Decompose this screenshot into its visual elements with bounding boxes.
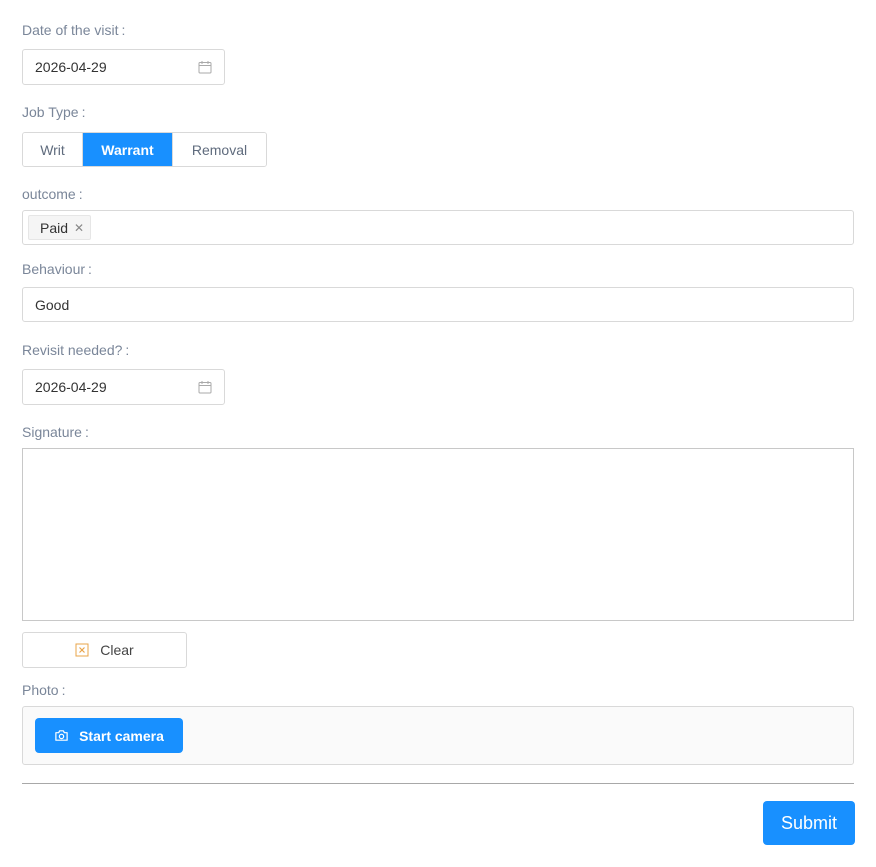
- clear-signature-button[interactable]: Clear: [22, 632, 187, 668]
- job-type-option-writ[interactable]: Writ: [23, 133, 83, 166]
- signature-pad[interactable]: [22, 448, 854, 621]
- outcome-tag-label: Paid: [40, 219, 69, 236]
- job-type-label: Job Type:: [22, 104, 85, 120]
- revisit-label: Revisit needed?:: [22, 342, 129, 358]
- job-type-segmented-control: Writ Warrant Removal: [22, 132, 267, 167]
- start-camera-label: Start camera: [79, 727, 164, 744]
- photo-label: Photo:: [22, 682, 65, 698]
- photo-panel: Start camera: [22, 706, 854, 765]
- behaviour-label-text: Behaviour: [22, 261, 86, 277]
- label-colon: :: [121, 22, 126, 38]
- visit-date-value: 2026-04-29: [35, 59, 107, 75]
- outcome-multiselect[interactable]: Paid ✕: [22, 210, 854, 245]
- job-type-option-warrant[interactable]: Warrant: [83, 133, 173, 166]
- clear-x-icon: [75, 643, 89, 657]
- label-colon: :: [81, 104, 86, 120]
- submit-button[interactable]: Submit: [763, 801, 855, 845]
- visit-date-label-text: Date of the visit: [22, 22, 119, 38]
- label-colon: :: [61, 682, 66, 698]
- photo-label-text: Photo: [22, 682, 59, 698]
- signature-label-text: Signature: [22, 424, 82, 440]
- camera-icon: [55, 730, 68, 741]
- calendar-icon: [198, 61, 212, 74]
- revisit-label-text: Revisit needed?: [22, 342, 123, 358]
- visit-date-picker[interactable]: 2026-04-29: [22, 49, 225, 85]
- visit-date-label: Date of the visit:: [22, 22, 125, 38]
- clear-button-label: Clear: [100, 642, 134, 658]
- outcome-tag: Paid ✕: [28, 215, 92, 240]
- revisit-date-picker[interactable]: 2026-04-29: [22, 369, 225, 405]
- visit-form: Date of the visit: 2026-04-29 Job Type: …: [0, 0, 876, 867]
- outcome-label-text: outcome: [22, 186, 76, 202]
- job-type-option-removal[interactable]: Removal: [173, 133, 266, 166]
- revisit-date-value: 2026-04-29: [35, 379, 107, 395]
- behaviour-label: Behaviour:: [22, 261, 92, 277]
- form-divider: [22, 783, 854, 784]
- job-type-label-text: Job Type: [22, 104, 79, 120]
- calendar-icon: [198, 381, 212, 394]
- start-camera-button[interactable]: Start camera: [35, 718, 183, 753]
- label-colon: :: [78, 186, 83, 202]
- behaviour-input[interactable]: Good: [22, 287, 854, 322]
- close-icon[interactable]: ✕: [74, 221, 84, 235]
- label-colon: :: [84, 424, 89, 440]
- behaviour-value: Good: [35, 296, 70, 313]
- label-colon: :: [88, 261, 92, 277]
- label-colon: :: [125, 342, 130, 358]
- signature-label: Signature:: [22, 424, 89, 440]
- outcome-label: outcome:: [22, 186, 83, 202]
